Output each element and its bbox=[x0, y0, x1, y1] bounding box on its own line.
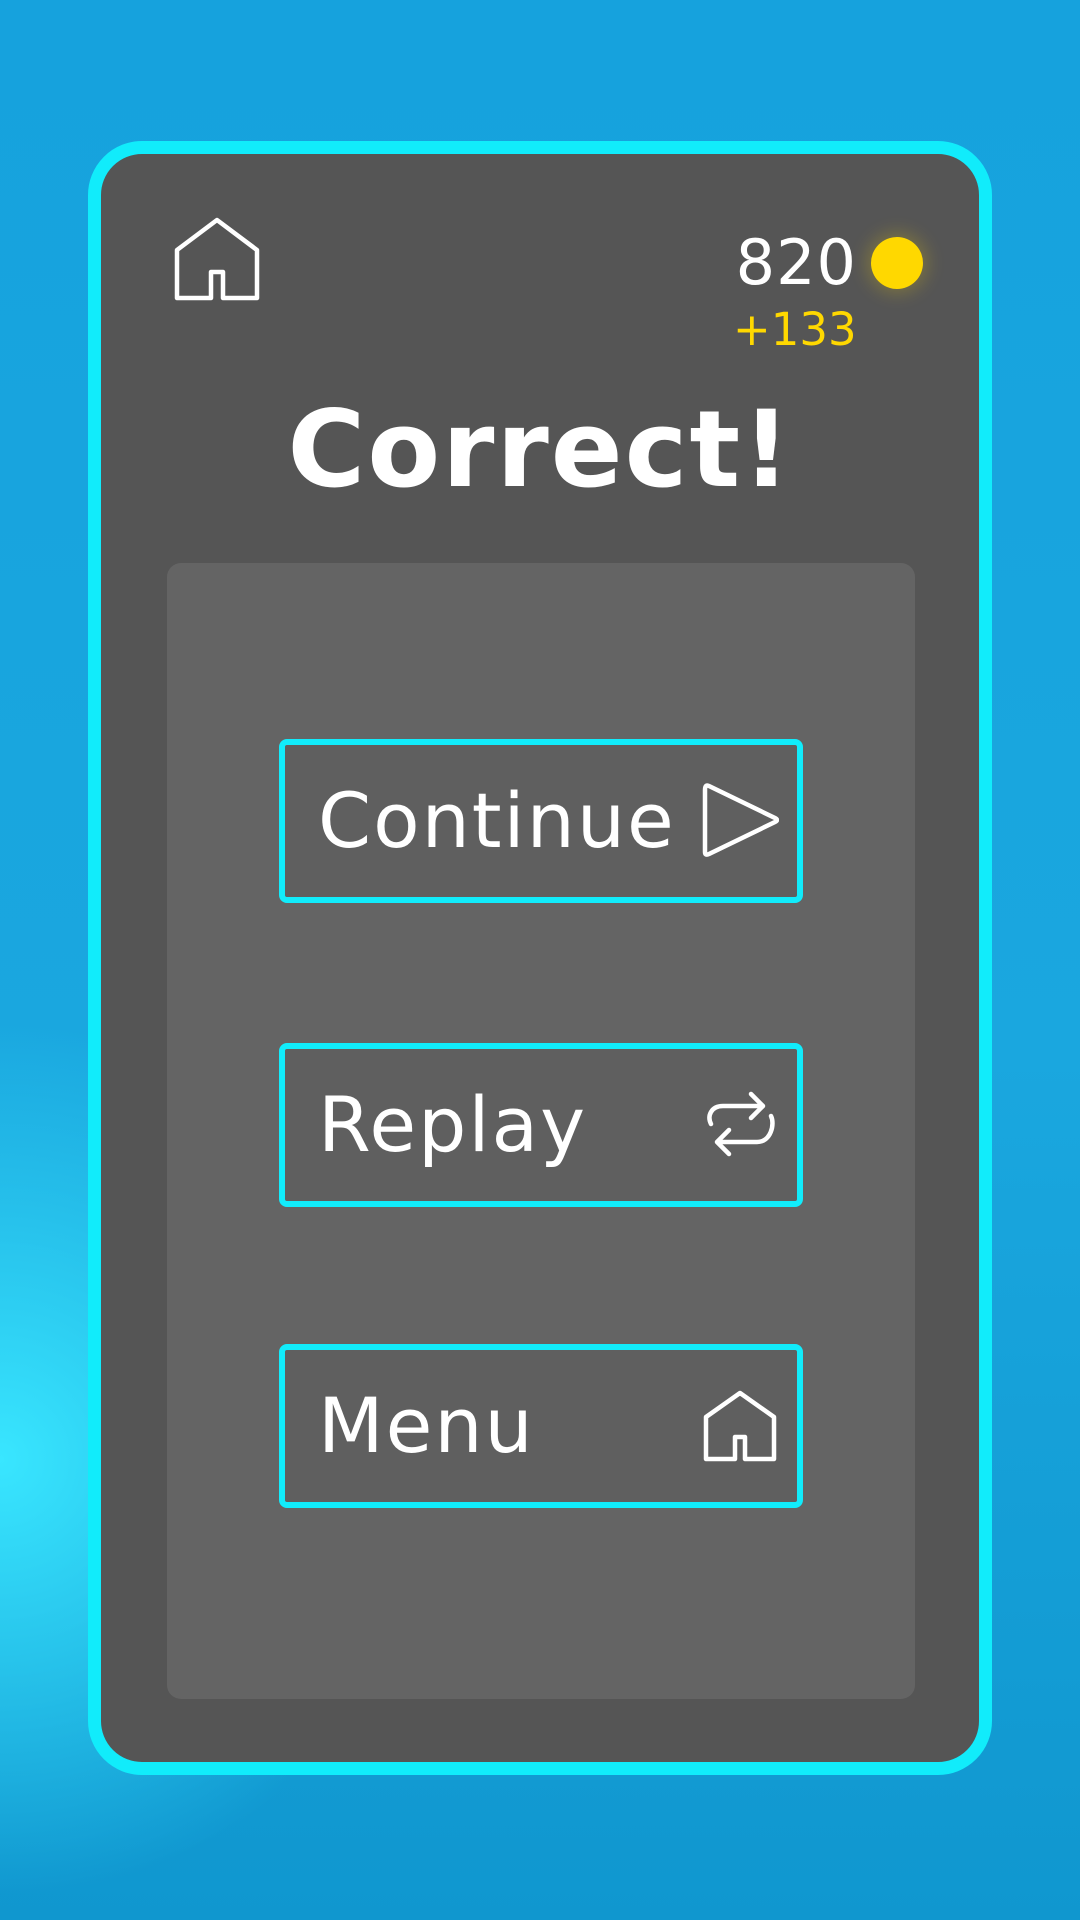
home-icon bbox=[703, 1390, 777, 1462]
play-icon bbox=[702, 783, 779, 857]
menu-label: Menu bbox=[318, 1381, 535, 1470]
continue-button[interactable]: Continue bbox=[279, 739, 803, 903]
replay-button[interactable]: Replay bbox=[279, 1043, 803, 1207]
action-panel: Continue Replay Menu bbox=[167, 563, 915, 1699]
menu-button[interactable]: Menu bbox=[279, 1344, 803, 1508]
replay-icon bbox=[707, 1091, 775, 1157]
replay-label: Replay bbox=[318, 1080, 588, 1169]
result-title: Correct! bbox=[287, 388, 793, 511]
coin-counter: 820 bbox=[736, 228, 923, 298]
home-icon[interactable] bbox=[173, 214, 261, 302]
continue-label: Continue bbox=[318, 776, 676, 865]
coin-icon bbox=[871, 237, 923, 289]
coin-count: 820 bbox=[735, 226, 857, 299]
result-card: 820 +133 Correct! Continue Replay Menu bbox=[88, 141, 992, 1775]
reward-amount: +133 bbox=[733, 303, 857, 356]
